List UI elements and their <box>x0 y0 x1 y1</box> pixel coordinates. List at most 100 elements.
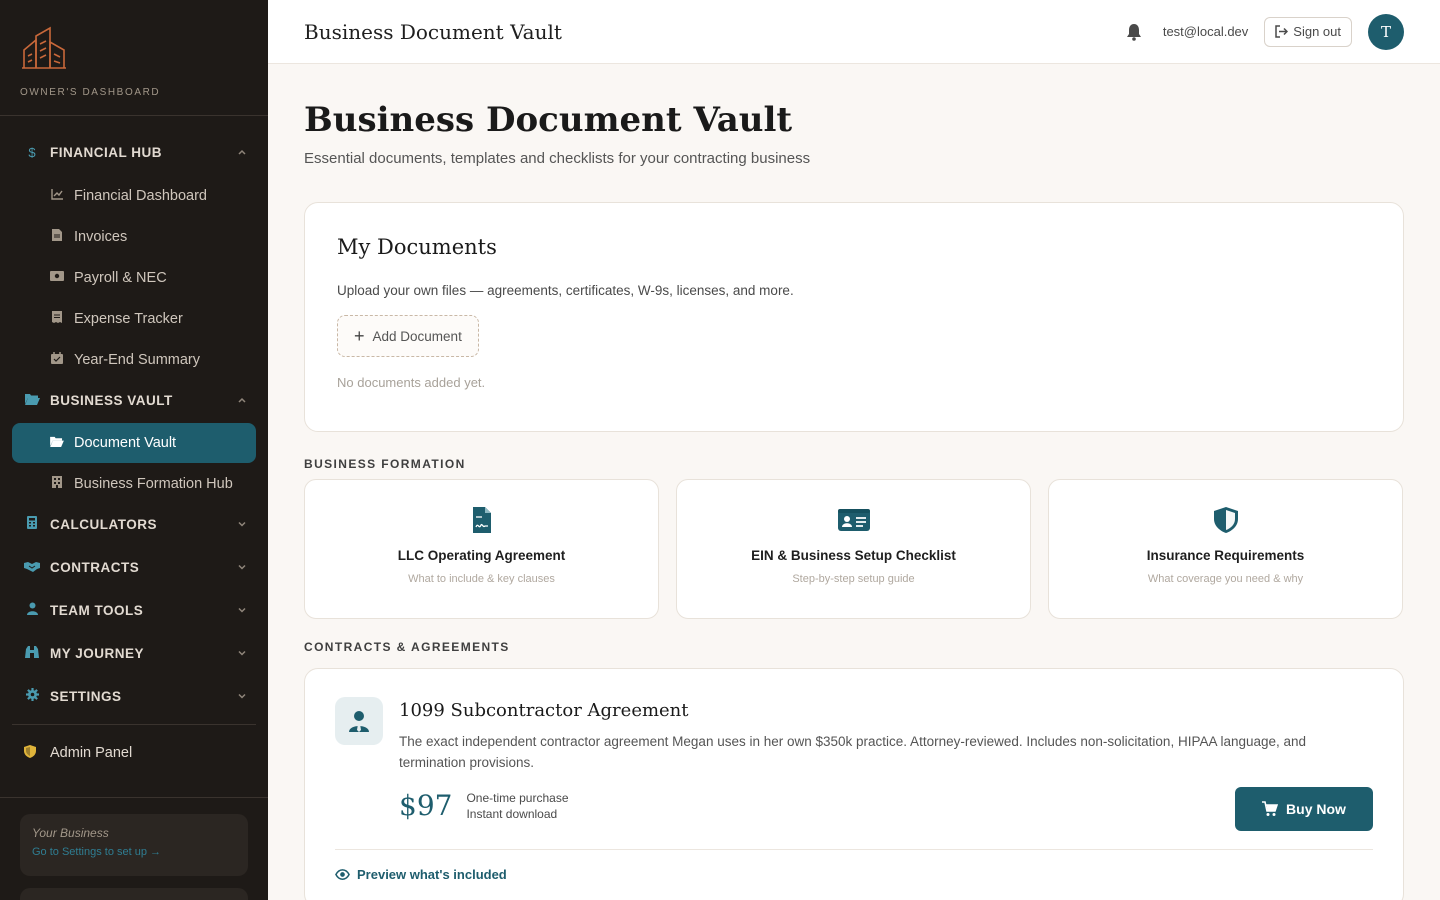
sidebar-section-financial-hub[interactable]: $ FINANCIAL HUB <box>0 132 268 172</box>
sign-out-button[interactable]: Sign out <box>1264 16 1352 47</box>
section-label: TEAM TOOLS <box>50 602 144 618</box>
sidebar-item-admin-panel[interactable]: Admin Panel <box>0 733 268 773</box>
business-settings-link[interactable]: Go to Settings to set up → <box>32 846 236 858</box>
folder-open-icon <box>50 436 64 450</box>
sidebar-item-label: Document Vault <box>74 435 177 451</box>
contract-card-1099: 1099 Subcontractor Agreement The exact i… <box>304 668 1404 900</box>
sign-out-label: Sign out <box>1293 24 1341 39</box>
formation-card-title: EIN & Business Setup Checklist <box>751 548 956 563</box>
sidebar-divider <box>12 724 256 725</box>
section-label: CONTRACTS <box>50 559 140 575</box>
contract-price: $97 <box>399 789 453 822</box>
business-card: Your Business Go to Settings to set up → <box>20 814 248 876</box>
calculator-icon <box>24 516 40 532</box>
my-documents-description: Upload your own files — agreements, cert… <box>337 283 794 298</box>
empty-state: No documents added yet. <box>337 375 486 390</box>
sidebar-item-year-end-summary[interactable]: Year-End Summary <box>0 339 268 380</box>
section-label: CALCULATORS <box>50 516 157 532</box>
chart-line-icon <box>50 188 64 203</box>
sidebar-item-label: Expense Tracker <box>74 310 183 327</box>
dollar-icon: $ <box>28 144 36 160</box>
business-card-title: Your Business <box>32 826 109 840</box>
formation-card-llc[interactable]: LLC Operating Agreement What to include … <box>304 479 659 619</box>
add-document-label: Add Document <box>372 328 462 344</box>
contract-title: 1099 Subcontractor Agreement <box>399 700 689 721</box>
formation-card-title: Insurance Requirements <box>1146 548 1305 563</box>
sidebar-item-label: Financial Dashboard <box>74 187 207 204</box>
sidebar-item-financial-dashboard[interactable]: Financial Dashboard <box>0 175 268 216</box>
user-icon <box>24 602 40 618</box>
brand: OWNER'S DASHBOARD <box>0 0 268 116</box>
formation-card-subtitle: What coverage you need & why <box>1147 573 1304 585</box>
sidebar-item-invoices[interactable]: Invoices <box>0 216 268 257</box>
chevron-up-icon <box>238 149 246 155</box>
top-header: Business Document Vault test@local.dev S… <box>268 0 1440 64</box>
sidebar: OWNER'S DASHBOARD $ FINANCIAL HUB Financ… <box>0 0 268 900</box>
section-label-business-formation: BUSINESS FORMATION <box>304 457 466 471</box>
file-invoice-icon <box>50 229 64 244</box>
sidebar-item-label: Admin Panel <box>50 745 133 761</box>
add-document-button[interactable]: + Add Document <box>337 315 479 357</box>
section-label: SETTINGS <box>50 688 122 704</box>
chevron-down-icon <box>238 564 246 570</box>
formation-card-subtitle: Step-by-step setup guide <box>792 573 915 585</box>
brand-subtitle: OWNER'S DASHBOARD <box>20 87 161 98</box>
sidebar-section-business-vault[interactable]: BUSINESS VAULT <box>0 380 268 420</box>
plus-icon: + <box>354 325 365 346</box>
building-logo-icon <box>22 26 66 69</box>
section-label-contracts: CONTRACTS & AGREEMENTS <box>304 640 510 654</box>
user-email: test@local.dev <box>1162 24 1249 39</box>
business-formation-grid: LLC Operating Agreement What to include … <box>304 479 1404 619</box>
formation-card-insurance[interactable]: Insurance Requirements What coverage you… <box>1048 479 1403 619</box>
sidebar-item-business-formation-hub[interactable]: Business Formation Hub <box>0 463 268 504</box>
formation-card-subtitle: What to include & key clauses <box>408 573 555 585</box>
binoculars-icon <box>24 645 40 661</box>
chevron-down-icon <box>238 521 246 527</box>
my-documents-card: My Documents Upload your own files — agr… <box>304 202 1404 432</box>
sidebar-item-payroll[interactable]: Payroll & NEC <box>0 257 268 298</box>
my-documents-title: My Documents <box>337 235 497 259</box>
sidebar-section-calculators[interactable]: CALCULATORS <box>0 504 268 544</box>
sidebar-section-team-tools[interactable]: TEAM TOOLS <box>0 590 268 630</box>
sidebar-section-contracts[interactable]: CONTRACTS <box>0 547 268 587</box>
id-card-icon <box>837 509 870 531</box>
contract-meta: One-time purchase Instant download <box>466 790 568 822</box>
chevron-up-icon <box>238 397 246 403</box>
sidebar-section-my-journey[interactable]: MY JOURNEY <box>0 633 268 673</box>
cart-icon <box>1262 801 1279 816</box>
building-icon <box>50 476 64 491</box>
sidebar-section-settings[interactable]: SETTINGS <box>0 676 268 716</box>
preview-link[interactable]: Preview what's included <box>335 867 507 882</box>
preview-label: Preview what's included <box>357 867 507 882</box>
main-content: Business Document Vault Essential docume… <box>304 64 1404 900</box>
page-subtitle: Essential documents, templates and check… <box>304 150 811 167</box>
receipt-icon <box>50 311 64 326</box>
section-label: BUSINESS VAULT <box>50 392 173 408</box>
sidebar-item-label: Invoices <box>74 228 128 245</box>
page-title: Business Document Vault <box>304 100 793 140</box>
sidebar-item-label: Payroll & NEC <box>74 269 167 286</box>
bell-icon[interactable] <box>1125 23 1143 41</box>
shield-icon <box>24 745 40 761</box>
sidebar-item-document-vault[interactable]: Document Vault <box>12 423 256 463</box>
chevron-down-icon <box>238 607 246 613</box>
document-signature-icon <box>472 507 491 533</box>
chevron-down-icon <box>238 693 246 699</box>
buy-now-button[interactable]: Buy Now <box>1235 787 1373 831</box>
formation-card-ein[interactable]: EIN & Business Setup Checklist Step-by-s… <box>676 479 1031 619</box>
folder-open-icon <box>24 393 40 408</box>
buy-now-label: Buy Now <box>1286 801 1346 817</box>
formation-card-title: LLC Operating Agreement <box>397 548 566 563</box>
handshake-icon <box>24 560 40 575</box>
sidebar-nav: $ FINANCIAL HUB Financial Dashboard Invo… <box>0 116 268 773</box>
user-tie-icon <box>349 711 369 732</box>
contract-divider <box>335 849 1373 850</box>
shield-icon <box>1213 507 1238 533</box>
contract-description: The exact independent contractor agreeme… <box>399 734 1307 770</box>
contract-price-row: $97 One-time purchase Instant download <box>399 789 1373 822</box>
header-title: Business Document Vault <box>304 19 562 44</box>
gear-icon <box>24 688 40 704</box>
sidebar-item-expense-tracker[interactable]: Expense Tracker <box>0 298 268 339</box>
avatar[interactable]: T <box>1368 13 1404 50</box>
sidebar-item-label: Business Formation Hub <box>74 475 233 492</box>
